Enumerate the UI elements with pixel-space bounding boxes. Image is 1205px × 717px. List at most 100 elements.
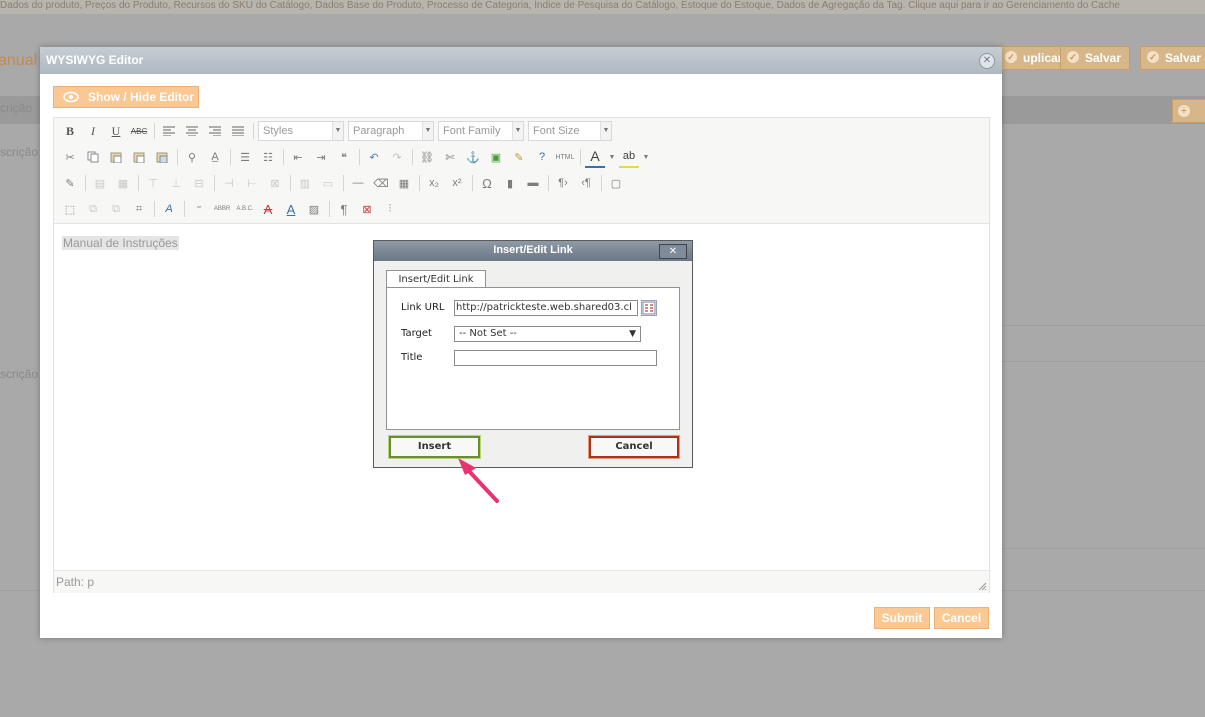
content-text[interactable]: Manual de Instruções: [62, 236, 179, 250]
ins-icon[interactable]: A: [281, 199, 301, 219]
dialog-cancel-button[interactable]: Cancel: [588, 435, 680, 459]
html-icon[interactable]: HTML: [555, 147, 575, 167]
nonbreaking-icon[interactable]: ⊠: [357, 199, 377, 219]
copy-icon[interactable]: [83, 147, 103, 167]
divider: [1002, 361, 1205, 362]
remove-format-icon[interactable]: ⌫: [371, 173, 391, 193]
delete-col-icon[interactable]: ⊠: [265, 173, 285, 193]
superscript-icon[interactable]: x²: [447, 173, 467, 193]
align-center-icon[interactable]: [182, 121, 202, 141]
resize-handle-icon[interactable]: [977, 581, 987, 591]
help-icon[interactable]: ?: [532, 147, 552, 167]
visual-chars-icon[interactable]: ¶: [334, 199, 354, 219]
cite-icon[interactable]: “”: [189, 199, 209, 219]
save-button[interactable]: ✓ Salvar: [1060, 46, 1131, 70]
save-continue-button[interactable]: ✓ Salvar: [1140, 46, 1205, 70]
toolbar-separator: [472, 175, 473, 191]
table-row-props-icon[interactable]: ▤: [90, 173, 110, 193]
paste-word-icon[interactable]: [152, 147, 172, 167]
insert-row-after-icon[interactable]: ⊥: [166, 173, 186, 193]
align-justify-icon[interactable]: [228, 121, 248, 141]
horizontal-rule-icon[interactable]: ―: [348, 173, 368, 193]
italic-icon[interactable]: I: [83, 121, 103, 141]
paste-icon[interactable]: [106, 147, 126, 167]
media-icon[interactable]: ▮: [500, 173, 520, 193]
submit-button[interactable]: Submit: [874, 607, 930, 629]
insert-layer-icon[interactable]: ⬚: [60, 199, 80, 219]
del-icon[interactable]: A: [258, 199, 278, 219]
absolute-icon[interactable]: ⌗: [129, 199, 149, 219]
anchor-icon[interactable]: ⚓: [463, 147, 483, 167]
move-forward-icon[interactable]: ⧉: [83, 199, 103, 219]
abbr-icon[interactable]: ABBR: [212, 199, 232, 219]
advanced-hr-icon[interactable]: ▬: [523, 173, 543, 193]
split-cells-icon[interactable]: ▥: [295, 173, 315, 193]
insert-col-before-icon[interactable]: ⊣: [219, 173, 239, 193]
toolbar-separator: [214, 175, 215, 191]
attributes-icon[interactable]: ▨: [304, 199, 324, 219]
styles-props-icon[interactable]: A: [159, 199, 179, 219]
replace-icon[interactable]: A̲: [205, 147, 225, 167]
text-color-icon[interactable]: A: [585, 146, 605, 168]
undo-icon[interactable]: ↶: [364, 147, 384, 167]
toolbar-separator: [230, 149, 231, 165]
chevron-down-icon[interactable]: ▼: [608, 147, 616, 167]
background-color-icon[interactable]: ab: [619, 146, 639, 168]
rtl-icon[interactable]: ‹¶: [576, 173, 596, 193]
outdent-icon[interactable]: ⇤: [288, 147, 308, 167]
add-button[interactable]: +: [1172, 99, 1205, 123]
merge-cells-icon[interactable]: ▭: [318, 173, 338, 193]
bullet-list-icon[interactable]: ☰: [235, 147, 255, 167]
bold-icon[interactable]: B: [60, 121, 80, 141]
cache-message-text: Dados do produto, Preços do Produto, Rec…: [0, 0, 1120, 11]
show-hide-editor-button[interactable]: Show / Hide Editor: [53, 86, 199, 108]
toolbar-separator: [329, 201, 330, 217]
target-select[interactable]: -- Not Set -- ▼: [454, 326, 641, 342]
find-icon[interactable]: ⚲: [182, 147, 202, 167]
save-continue-label: Salvar: [1165, 51, 1202, 65]
cleanup-icon[interactable]: ✎: [509, 147, 529, 167]
unlink-icon[interactable]: ✄: [440, 147, 460, 167]
special-char-icon[interactable]: Ω: [477, 173, 497, 193]
cancel-button[interactable]: Cancel: [934, 607, 989, 629]
editor-path-bar: Path: p: [54, 570, 989, 593]
numbered-list-icon[interactable]: ☷: [258, 147, 278, 167]
table-cell-props-icon[interactable]: ▦: [113, 173, 133, 193]
title-input[interactable]: [454, 350, 657, 366]
delete-row-icon[interactable]: ⊟: [189, 173, 209, 193]
move-backward-icon[interactable]: ⧉: [106, 199, 126, 219]
table-icon[interactable]: ▦: [394, 173, 414, 193]
link-url-input[interactable]: http://patrickteste.web.shared03.cl: [454, 300, 638, 316]
redo-icon[interactable]: ↷: [387, 147, 407, 167]
underline-icon[interactable]: U: [106, 121, 126, 141]
indent-icon[interactable]: ⇥: [311, 147, 331, 167]
blockquote-icon[interactable]: ❝: [334, 147, 354, 167]
image-icon[interactable]: ▣: [486, 147, 506, 167]
modal-header: WYSIWYG Editor ✕: [40, 47, 1002, 74]
toolbar-separator: [601, 175, 602, 191]
styles-select[interactable]: Styles ▼: [258, 121, 344, 141]
toolbar-separator: [548, 175, 549, 191]
align-left-icon[interactable]: [159, 121, 179, 141]
edit-css-icon[interactable]: ✎: [60, 173, 80, 193]
chevron-down-icon[interactable]: ▼: [642, 147, 650, 167]
close-icon[interactable]: ✕: [979, 53, 995, 69]
acronym-icon[interactable]: A.B.C.: [235, 199, 255, 219]
close-icon[interactable]: ✕: [659, 244, 687, 259]
pagebreak-icon[interactable]: ⫶: [380, 199, 400, 219]
link-icon[interactable]: ⛓: [417, 147, 437, 167]
strikethrough-icon[interactable]: ABC: [129, 121, 149, 141]
subscript-icon[interactable]: x₂: [424, 173, 444, 193]
cut-icon[interactable]: ✂: [60, 147, 80, 167]
font-size-select[interactable]: Font Size ▼: [528, 121, 612, 141]
font-family-select[interactable]: Font Family ▼: [438, 121, 524, 141]
insert-col-after-icon[interactable]: ⊢: [242, 173, 262, 193]
insert-row-before-icon[interactable]: ⊤: [143, 173, 163, 193]
format-select[interactable]: Paragraph ▼: [348, 121, 434, 141]
browse-icon[interactable]: [641, 300, 657, 316]
fullscreen-icon[interactable]: ▢: [606, 173, 626, 193]
paste-text-icon[interactable]: [129, 147, 149, 167]
section-label: scrição: [0, 367, 39, 381]
align-right-icon[interactable]: [205, 121, 225, 141]
ltr-icon[interactable]: ¶›: [553, 173, 573, 193]
